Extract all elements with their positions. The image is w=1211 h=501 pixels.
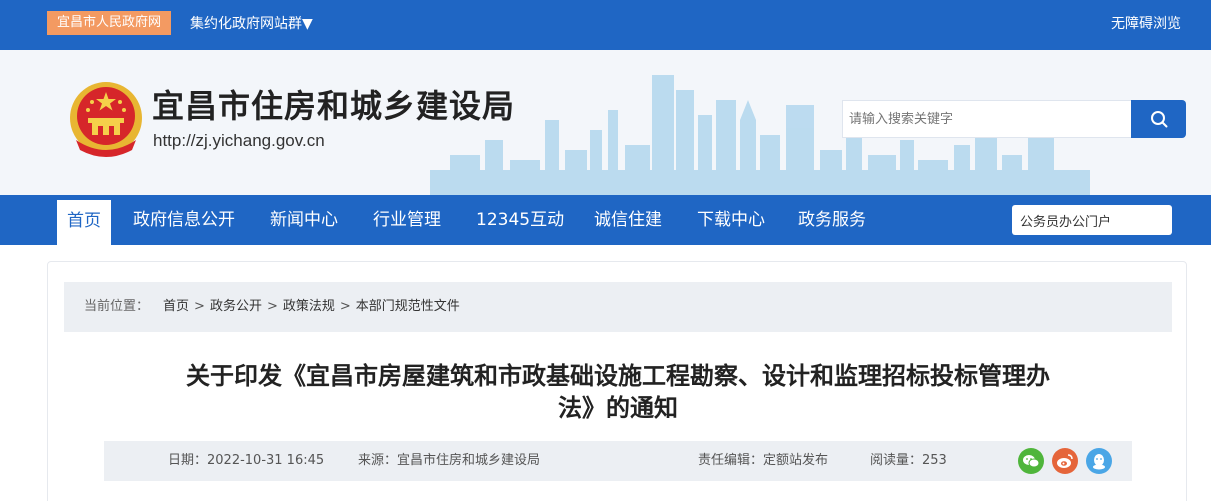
article-meta: 日期：2022-10-31 16:45 来源：宜昌市住房和城乡建设局 责任编辑：…: [104, 441, 1132, 481]
article-views: 阅读量：253: [870, 453, 947, 468]
nav-item-home[interactable]: 首页: [57, 200, 111, 245]
article-title: 关于印发《宜昌市房屋建筑和市政基础设施工程勘察、设计和监理招标投标管理办 法》的…: [108, 360, 1128, 424]
accessibility-link[interactable]: 无障碍浏览: [1111, 14, 1181, 34]
breadcrumb-separator: >: [339, 299, 351, 314]
portal-input[interactable]: [1012, 205, 1172, 235]
qq-icon: [1093, 453, 1105, 469]
breadcrumb-home[interactable]: 首页: [163, 299, 189, 314]
article-title-line: 法》的通知: [558, 394, 678, 422]
site-header: 宜昌市住房和城乡建设局 http://zj.yichang.gov.cn: [0, 50, 1211, 195]
nav-item-downloads[interactable]: 下载中心: [697, 195, 765, 245]
article-date: 日期：2022-10-31 16:45: [168, 453, 325, 468]
nav-item-12345[interactable]: 12345互动: [476, 195, 564, 245]
search-box: [842, 100, 1132, 138]
breadcrumb: 当前位置： 首页 > 政务公开 > 政策法规 > 本部门规范性文件: [64, 282, 1172, 332]
site-title: 宜昌市住房和城乡建设局: [152, 87, 516, 125]
search-icon: [1150, 111, 1167, 128]
top-bar: 宜昌市人民政府网 集约化政府网站群▼ 无障碍浏览: [0, 0, 1211, 50]
breadcrumb-separator: >: [266, 299, 278, 314]
breadcrumb-policies[interactable]: 政策法规: [283, 299, 335, 314]
site-group-menu[interactable]: 集约化政府网站群▼: [190, 14, 313, 34]
nav-item-news[interactable]: 新闻中心: [270, 195, 338, 245]
national-emblem-icon: [70, 82, 142, 157]
wechat-icon: [1023, 455, 1040, 468]
article-source: 来源：宜昌市住房和城乡建设局: [358, 453, 541, 468]
main-nav: 首页 政府信息公开 新闻中心 行业管理 12345互动 诚信住建 下载中心 政务…: [0, 195, 1211, 245]
breadcrumb-label: 当前位置：: [84, 299, 150, 314]
search-button[interactable]: [1131, 100, 1186, 138]
article-editor: 责任编辑：定额站发布: [698, 453, 829, 468]
breadcrumb-gov-affairs[interactable]: 政务公开: [210, 299, 262, 314]
nav-item-credit[interactable]: 诚信住建: [594, 195, 662, 245]
search-input[interactable]: [843, 101, 1131, 137]
gov-home-link[interactable]: 宜昌市人民政府网: [47, 11, 172, 35]
site-url: http://zj.yichang.gov.cn: [153, 131, 325, 150]
portal-select[interactable]: [1012, 205, 1172, 235]
nav-item-gov-info[interactable]: 政府信息公开: [133, 195, 235, 245]
breadcrumb-separator: >: [194, 299, 205, 314]
share-weibo-button[interactable]: [1052, 448, 1078, 474]
weibo-icon: [1057, 454, 1073, 468]
nav-item-services[interactable]: 政务服务: [798, 195, 866, 245]
breadcrumb-normative-docs[interactable]: 本部门规范性文件: [356, 299, 460, 314]
share-qq-button[interactable]: [1086, 448, 1112, 474]
article-title-line: 关于印发《宜昌市房屋建筑和市政基础设施工程勘察、设计和监理招标投标管理办: [186, 362, 1050, 390]
nav-item-industry[interactable]: 行业管理: [373, 195, 441, 245]
article-container: 当前位置： 首页 > 政务公开 > 政策法规 > 本部门规范性文件 关于印发《宜昌市房屋建筑和…: [47, 261, 1187, 501]
share-wechat-button[interactable]: [1018, 448, 1044, 474]
